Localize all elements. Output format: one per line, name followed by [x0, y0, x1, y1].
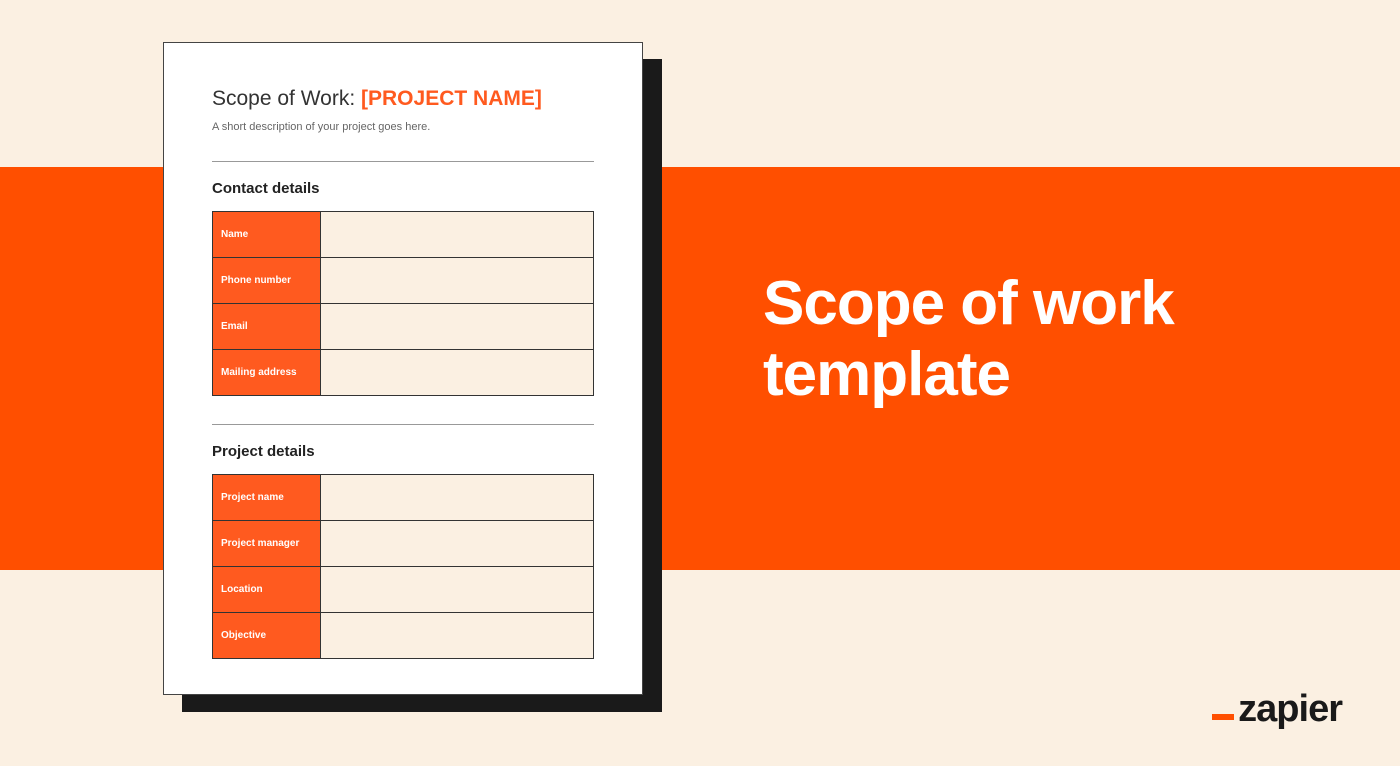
row-value: [321, 212, 594, 258]
logo-underscore-icon: [1212, 714, 1234, 720]
row-label: Location: [213, 567, 321, 613]
table-row: Name: [213, 212, 594, 258]
row-label: Project manager: [213, 521, 321, 567]
row-label: Email: [213, 304, 321, 350]
document-title: Scope of Work: [PROJECT NAME]: [212, 87, 594, 111]
document-title-placeholder: [PROJECT NAME]: [361, 87, 542, 110]
table-row: Location: [213, 567, 594, 613]
section-heading-contact: Contact details: [212, 180, 594, 197]
row-label: Objective: [213, 613, 321, 659]
project-details-table: Project name Project manager Location Ob…: [212, 474, 594, 659]
row-value: [321, 521, 594, 567]
table-row: Objective: [213, 613, 594, 659]
table-row: Mailing address: [213, 350, 594, 396]
row-label: Name: [213, 212, 321, 258]
row-value: [321, 613, 594, 659]
row-label: Phone number: [213, 258, 321, 304]
section-heading-project: Project details: [212, 443, 594, 460]
row-value: [321, 475, 594, 521]
brand-logo: zapier: [1212, 690, 1342, 728]
table-row: Phone number: [213, 258, 594, 304]
row-label: Mailing address: [213, 350, 321, 396]
document-subtitle: A short description of your project goes…: [212, 121, 594, 133]
row-value: [321, 350, 594, 396]
divider: [212, 424, 594, 425]
row-label: Project name: [213, 475, 321, 521]
promo-canvas: Scope of Work: [PROJECT NAME] A short de…: [0, 0, 1400, 766]
headline-text: Scope of work template: [763, 268, 1400, 411]
divider: [212, 161, 594, 162]
row-value: [321, 258, 594, 304]
contact-details-table: Name Phone number Email Mailing address: [212, 211, 594, 396]
brand-wordmark: zapier: [1238, 690, 1342, 728]
table-row: Project name: [213, 475, 594, 521]
row-value: [321, 304, 594, 350]
document-title-prefix: Scope of Work:: [212, 87, 361, 110]
table-row: Project manager: [213, 521, 594, 567]
document-preview: Scope of Work: [PROJECT NAME] A short de…: [163, 42, 643, 695]
table-row: Email: [213, 304, 594, 350]
row-value: [321, 567, 594, 613]
